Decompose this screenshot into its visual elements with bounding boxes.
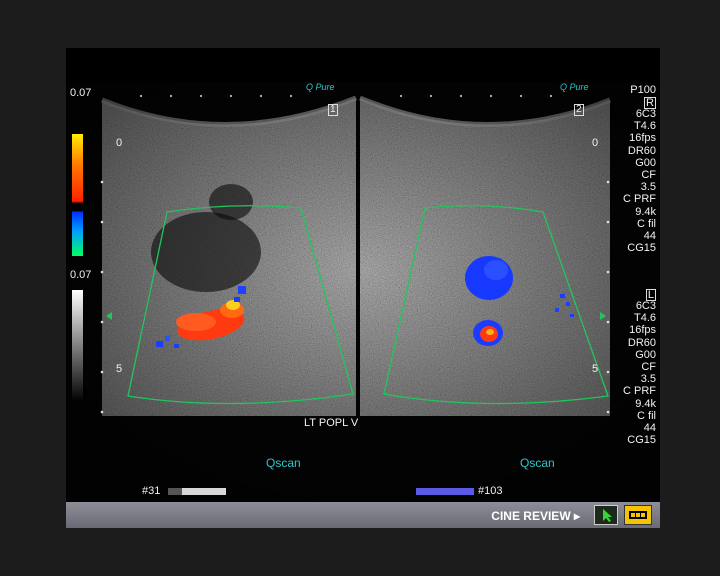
param-value: T4.6 [633,312,656,325]
ultrasound-screen: 0.07 0.07 Q Pure Q Pure 1 2 0 5 0 5 P100… [66,48,660,528]
color-scale-min: 0.07 [70,269,92,281]
param-value: 16fps [629,324,656,337]
param-value: CG15 [627,434,656,447]
cine-scrollbar-left-thumb[interactable] [182,488,226,495]
ultrasound-image [66,82,660,502]
param-value: 6C3 [635,108,656,120]
depth-top-left: 0 [116,137,123,149]
color-velocity-bar [72,134,83,256]
depth-top-right: 0 [592,137,599,149]
param-value: 9.4k [635,205,656,218]
logo-right: Q Pure [560,82,589,92]
grayscale-bar [72,290,83,402]
cine-frame-left: #31 [142,485,161,497]
qscan-right: Qscan [520,456,555,470]
param-value: G00 [635,348,656,361]
param-value: C fil [637,217,656,230]
pointer-button[interactable] [594,505,618,525]
cine-frame-right: #103 [478,485,503,497]
param-value: T4.6 [633,120,656,133]
param-value: CF [641,361,656,373]
param-value: DR60 [627,144,656,157]
depth-bottom-right: 5 [592,363,599,375]
param-value: C PRF [623,385,656,398]
param-value: 44 [643,230,656,242]
cine-review-label: CINE REVIEW ▸ [491,509,580,523]
dual-view-button[interactable] [624,505,652,525]
param-value: 3.5 [640,181,656,194]
param-value: 16fps [629,132,656,145]
cursor-icon [603,509,612,522]
frame-marker-left: 1 [328,104,338,116]
cine-scrollbar-left[interactable] [168,488,226,495]
dual-view-icon [629,511,647,519]
top-bar [66,48,660,82]
param-value: 6C3 [635,300,656,312]
image-pane: 0.07 0.07 Q Pure Q Pure 1 2 0 5 0 5 P100… [66,82,660,502]
cine-scrollbar-right[interactable] [416,488,474,495]
param-value: 3.5 [640,373,656,386]
qscan-left: Qscan [266,456,301,470]
depth-bottom-left: 5 [116,363,123,375]
param-value: CG15 [627,242,656,255]
param-value: CF [641,169,656,181]
param-value: C fil [637,409,656,422]
param-value: 44 [643,422,656,434]
param-value: G00 [635,156,656,169]
status-bar: CINE REVIEW ▸ [66,502,660,528]
param-value: 9.4k [635,397,656,410]
color-scale-max: 0.07 [70,87,92,99]
param-value: DR60 [627,336,656,349]
logo-left: Q Pure [306,82,335,92]
param-value: C PRF [623,193,656,206]
frame-marker-right: 2 [574,104,584,116]
preset-label: P100 [630,84,656,96]
image-caption: LT POPL V [304,417,359,429]
